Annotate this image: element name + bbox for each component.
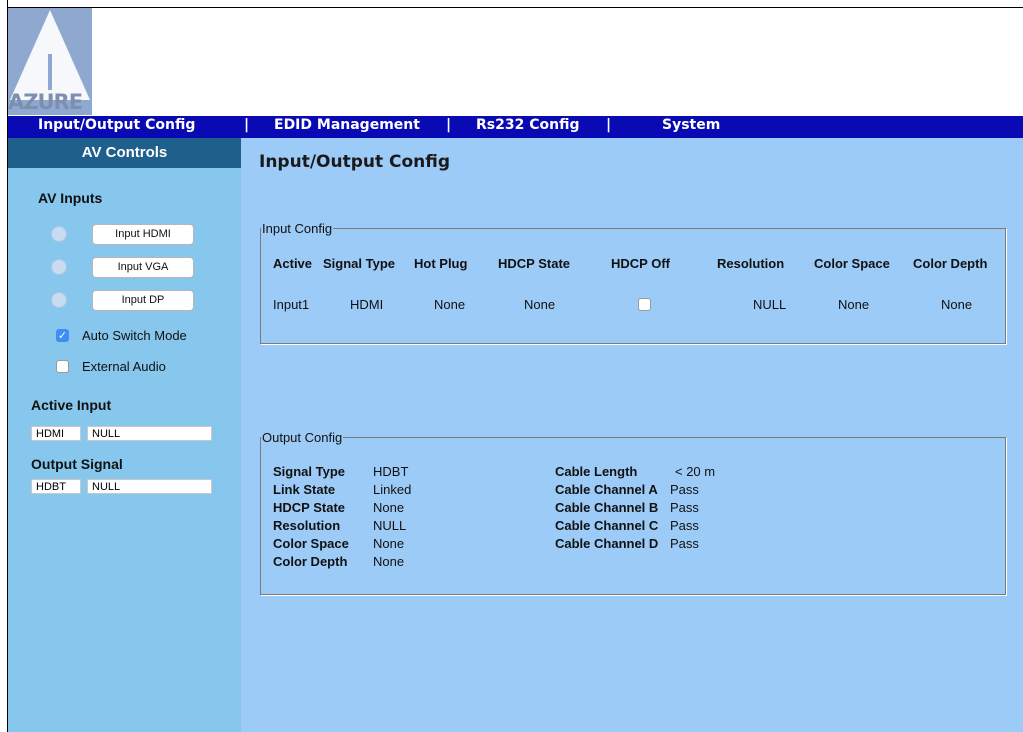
main-panel: Input/Output Config Input Config Active …	[241, 138, 1023, 732]
cell-signal-type: HDMI	[350, 297, 384, 312]
output-label: Color Depth	[273, 554, 348, 569]
output-config-fieldset: Output Config Signal Type HDBT Link Stat…	[260, 430, 1006, 595]
input-hdmi-radio[interactable]	[51, 226, 67, 242]
output-value: Pass	[670, 500, 699, 515]
output-value: Pass	[670, 482, 699, 497]
output-label: Link State	[273, 482, 336, 497]
output-signal-title: Output Signal	[31, 456, 123, 472]
input-dp-button[interactable]: Input DP	[92, 290, 194, 311]
input-vga-button[interactable]: Input VGA	[92, 257, 194, 278]
output-value: Pass	[670, 518, 699, 533]
top-nav: Input/Output Config | EDID Management | …	[8, 116, 1023, 138]
output-value: None	[373, 500, 405, 515]
cell-resolution: NULL	[753, 297, 787, 312]
cell-hot-plug: None	[434, 297, 466, 312]
col-header-hdcp-state: HDCP State	[498, 256, 571, 271]
nav-system[interactable]: System	[662, 117, 720, 133]
output-value: None	[373, 554, 405, 569]
col-header-active: Active	[273, 256, 313, 271]
nav-separator-3: |	[606, 117, 612, 133]
output-label: Color Space	[273, 536, 349, 551]
nav-rs232-config[interactable]: Rs232 Config	[476, 117, 579, 133]
av-inputs-title: AV Inputs	[38, 190, 103, 206]
output-label: Cable Channel A	[555, 482, 658, 497]
col-header-hot-plug: Hot Plug	[414, 256, 468, 271]
input-dp-radio[interactable]	[51, 292, 67, 308]
output-signal-value-field: NULL	[87, 479, 212, 494]
output-value: < 20 m	[675, 464, 716, 479]
output-label: Cable Channel C	[555, 518, 659, 533]
logo-text: AZURE	[8, 90, 83, 114]
sidebar: AV Controls AV Inputs Input HDMI Input V…	[8, 138, 241, 732]
active-input-title: Active Input	[31, 397, 112, 413]
auto-switch-label: Auto Switch Mode	[82, 328, 187, 343]
top-border	[7, 7, 1023, 8]
col-header-color-depth: Color Depth	[913, 256, 988, 271]
col-header-hdcp-off: HDCP Off	[611, 256, 670, 271]
cell-color-depth: None	[941, 297, 973, 312]
external-audio-label: External Audio	[82, 359, 166, 374]
nav-input-output-config[interactable]: Input/Output Config	[38, 117, 195, 133]
output-label: Cable Channel B	[555, 500, 659, 515]
output-value: Pass	[670, 536, 699, 551]
output-config-legend: Output Config	[262, 430, 343, 445]
nav-separator-2: |	[446, 117, 452, 133]
auto-switch-checkbox[interactable]: ✓	[56, 329, 69, 342]
active-input-type-field: HDMI	[31, 426, 81, 441]
cell-hdcp-state: None	[524, 297, 556, 312]
active-input-value-field: NULL	[87, 426, 212, 441]
output-label: Resolution	[273, 518, 341, 533]
col-header-signal-type: Signal Type	[323, 256, 395, 271]
external-audio-checkbox[interactable]	[56, 360, 69, 373]
nav-edid-management[interactable]: EDID Management	[274, 117, 420, 133]
nav-separator-1: |	[244, 117, 250, 133]
input-hdmi-button[interactable]: Input HDMI	[92, 224, 194, 245]
input-config-legend: Input Config	[262, 221, 333, 236]
sidebar-header: AV Controls	[8, 138, 241, 168]
page-title: Input/Output Config	[259, 152, 451, 172]
output-label: Signal Type	[273, 464, 345, 479]
cell-active: Input1	[273, 297, 310, 312]
azure-logo: AZURE	[8, 8, 92, 115]
col-header-resolution: Resolution	[717, 256, 785, 271]
input-config-fieldset: Input Config Active Signal Type Hot Plug…	[260, 221, 1006, 344]
cell-color-space: None	[838, 297, 870, 312]
output-value: NULL	[373, 518, 407, 533]
output-value: Linked	[373, 482, 412, 497]
output-value: None	[373, 536, 405, 551]
output-label: Cable Channel D	[555, 536, 659, 551]
output-value: HDBT	[373, 464, 409, 479]
output-signal-type-field: HDBT	[31, 479, 81, 494]
col-header-color-space: Color Space	[814, 256, 890, 271]
hdcp-off-checkbox[interactable]	[638, 298, 651, 311]
input-vga-radio[interactable]	[51, 259, 67, 275]
output-label: Cable Length	[555, 464, 638, 479]
output-label: HDCP State	[273, 500, 346, 515]
